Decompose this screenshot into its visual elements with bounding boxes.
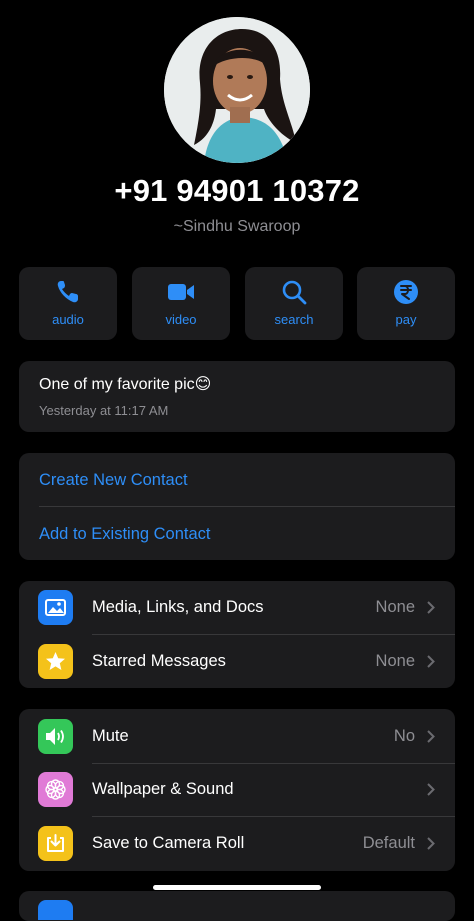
contact-push-name: ~Sindhu Swaroop [173, 218, 301, 235]
search-label: search [274, 312, 314, 327]
video-call-button[interactable]: video [132, 267, 230, 340]
mute-value: No [393, 727, 415, 745]
media-links-docs-value: None [375, 598, 415, 616]
pay-button[interactable]: pay [357, 267, 455, 340]
save-to-camera-roll-value: Default [362, 834, 415, 852]
flower-icon [38, 772, 73, 807]
settings-section-card: Mute No Wallpaper & Sound Save to Camera… [19, 709, 455, 871]
chevron-right-icon [427, 837, 435, 850]
divider [39, 506, 455, 507]
starred-messages-label: Starred Messages [92, 652, 226, 670]
mute-label: Mute [92, 727, 129, 745]
contact-options-card: Create New Contact Add to Existing Conta… [19, 453, 455, 560]
pay-label: pay [395, 312, 417, 327]
quick-actions: audio video search pay [19, 267, 455, 340]
wallpaper-sound-row[interactable]: Wallpaper & Sound [19, 763, 455, 816]
magnifier-icon [282, 280, 307, 305]
photo-icon [38, 590, 73, 625]
about-timestamp: Yesterday at 11:17 AM [39, 403, 169, 418]
profile-photo-image [164, 17, 310, 163]
speaker-icon [38, 719, 73, 754]
phone-icon [57, 281, 78, 303]
create-new-contact-button[interactable]: Create New Contact [39, 471, 188, 490]
chevron-right-icon [427, 730, 435, 743]
next-section-card [19, 891, 455, 921]
wallpaper-sound-label: Wallpaper & Sound [92, 780, 234, 798]
media-links-docs-label: Media, Links, and Docs [92, 598, 264, 616]
media-links-docs-row[interactable]: Media, Links, and Docs None [19, 581, 455, 634]
profile-photo[interactable] [164, 17, 310, 163]
home-indicator[interactable] [153, 885, 321, 890]
search-button[interactable]: search [245, 267, 343, 340]
star-icon [38, 644, 73, 679]
video-label: video [165, 312, 197, 327]
mute-row[interactable]: Mute No [19, 710, 455, 763]
video-camera-icon [168, 284, 194, 300]
rupee-icon [394, 280, 418, 304]
starred-messages-value: None [375, 652, 415, 670]
starred-messages-row[interactable]: Starred Messages None [19, 635, 455, 688]
about-text: One of my favorite pic😊 [39, 376, 212, 393]
about-card[interactable]: One of my favorite pic😊 Yesterday at 11:… [19, 361, 455, 432]
media-section-card: Media, Links, and Docs None Starred Mess… [19, 581, 455, 688]
save-to-camera-roll-label: Save to Camera Roll [92, 834, 245, 852]
audio-call-button[interactable]: audio [19, 267, 117, 340]
chevron-right-icon [427, 655, 435, 668]
next-row-icon [38, 900, 73, 920]
chevron-right-icon [427, 601, 435, 614]
add-to-existing-contact-button[interactable]: Add to Existing Contact [39, 525, 211, 544]
contact-phone-number: +91 94901 10372 [114, 173, 360, 208]
audio-label: audio [52, 312, 84, 327]
chevron-right-icon [427, 783, 435, 796]
download-icon [38, 826, 73, 861]
save-to-camera-roll-row[interactable]: Save to Camera Roll Default [19, 817, 455, 870]
